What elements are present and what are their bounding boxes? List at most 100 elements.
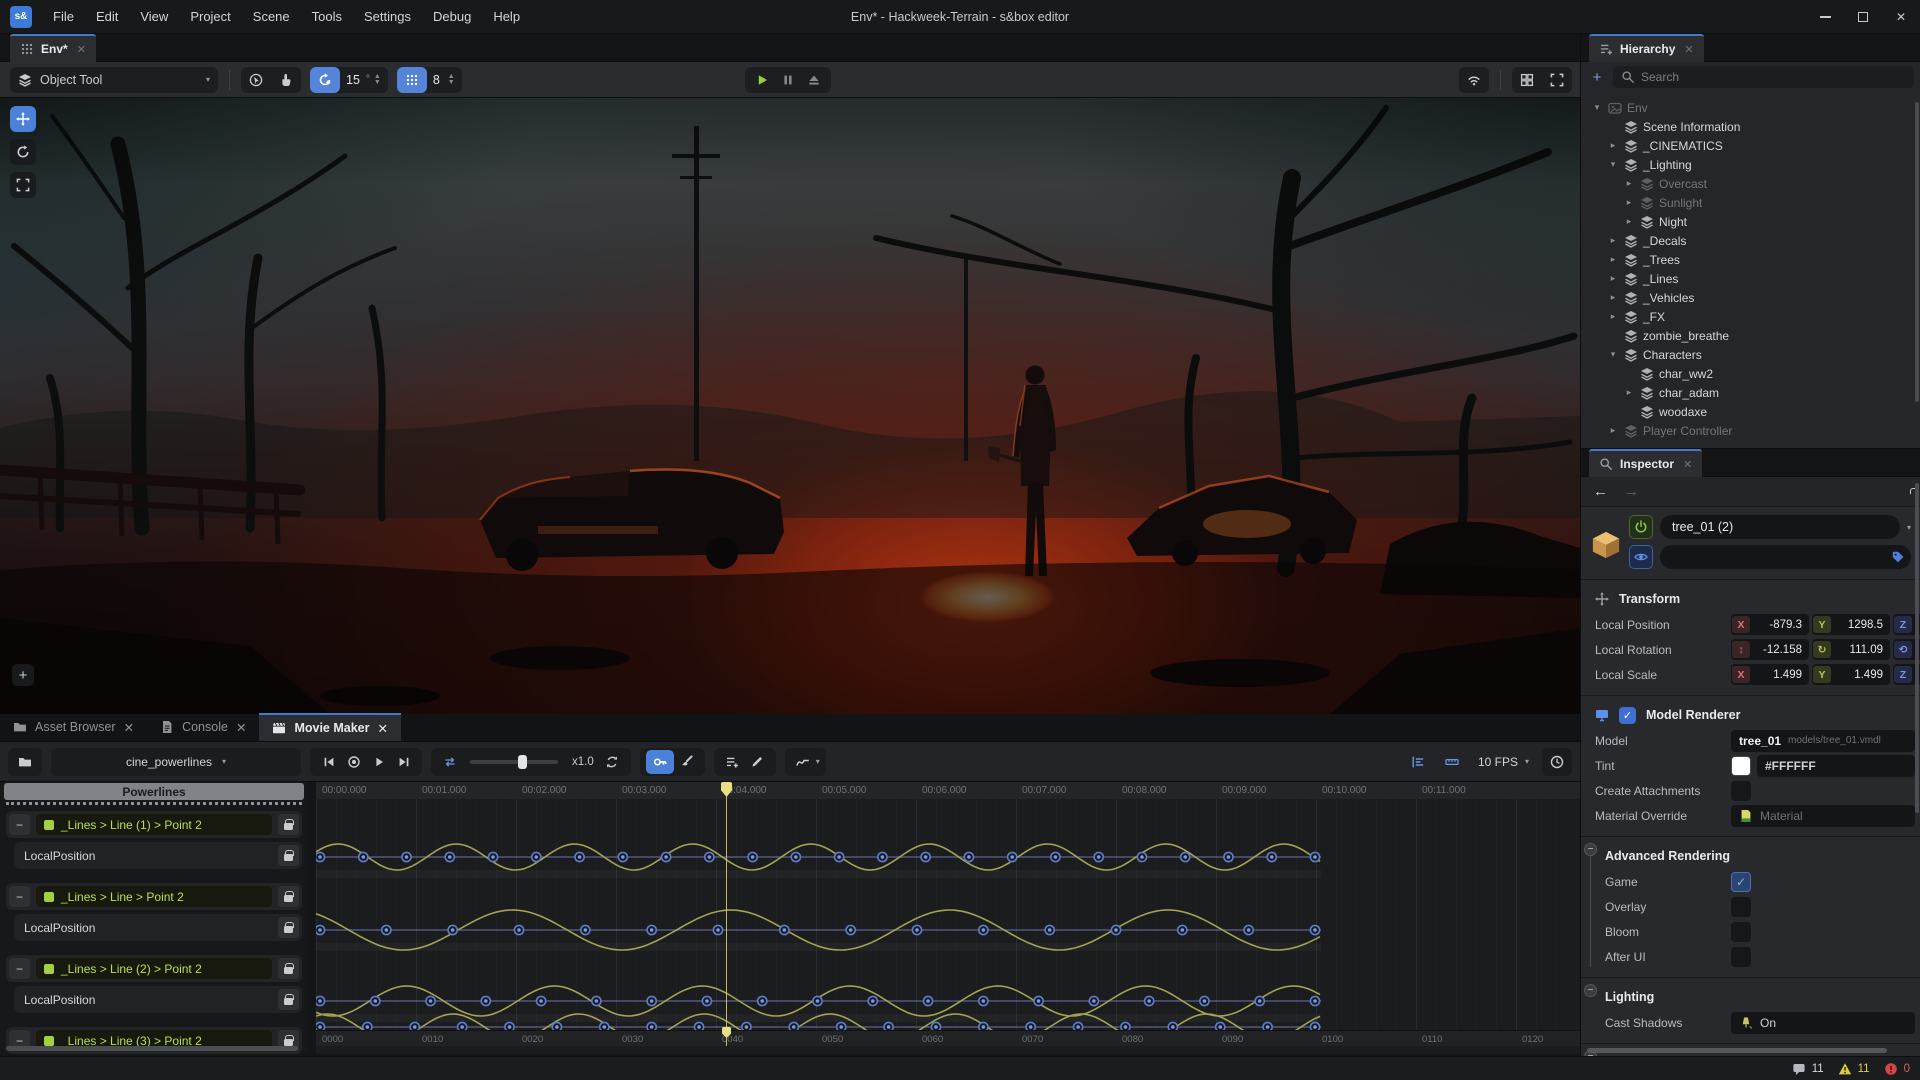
timeline-body[interactable] xyxy=(316,799,1580,1030)
menu-item-debug[interactable]: Debug xyxy=(422,0,482,34)
caret-right-icon[interactable]: ▸ xyxy=(1623,197,1635,208)
grid-snap-value[interactable]: 8 xyxy=(427,73,446,87)
globe-button[interactable] xyxy=(241,67,271,93)
snap-tracks-button[interactable] xyxy=(1406,750,1431,774)
inspector-tab-close-icon[interactable]: ✕ xyxy=(1683,458,1692,471)
track-property-2[interactable]: LocalPosition xyxy=(14,986,302,1013)
after-ui-checkbox[interactable] xyxy=(1731,947,1751,967)
transform-cell-x[interactable]: X1.499 xyxy=(1731,664,1809,685)
material-override-field[interactable]: Material xyxy=(1731,805,1915,827)
cast-shadows-dropdown[interactable]: On xyxy=(1731,1012,1915,1034)
track-property-1[interactable]: LocalPosition xyxy=(14,914,302,941)
loop-button[interactable] xyxy=(437,750,462,774)
clip-browser-button[interactable] xyxy=(8,748,42,776)
caret-right-icon[interactable]: ▸ xyxy=(1607,140,1619,151)
warnings-status[interactable]: 11 xyxy=(1838,1062,1870,1076)
caret-right-icon[interactable]: ▸ xyxy=(1607,311,1619,322)
caret-right-icon[interactable]: ▸ xyxy=(1623,216,1635,227)
collapse-track-button[interactable]: − xyxy=(9,886,30,907)
interpolation-group[interactable]: ▾ xyxy=(785,748,826,776)
keyframe-record-button[interactable] xyxy=(646,750,674,774)
inspector-scrollbar[interactable] xyxy=(1915,483,1919,813)
tree-item--trees[interactable]: ▸_Trees xyxy=(1581,250,1920,269)
interpolation-button[interactable] xyxy=(791,750,816,774)
track-lock-button[interactable] xyxy=(278,958,299,979)
menu-item-project[interactable]: Project xyxy=(179,0,241,34)
grid-snap-button[interactable] xyxy=(397,67,427,93)
rotation-snap-button[interactable] xyxy=(310,67,340,93)
object-name-field[interactable]: tree_01 (2) xyxy=(1660,515,1900,539)
tree-item--lines[interactable]: ▸_Lines xyxy=(1581,269,1920,288)
speed-slider[interactable] xyxy=(470,760,558,764)
tab-close-icon[interactable]: ✕ xyxy=(77,43,86,56)
menu-item-help[interactable]: Help xyxy=(482,0,531,34)
enable-toggle[interactable] xyxy=(1629,515,1653,539)
rotation-snap-value[interactable]: 15 xyxy=(340,73,366,87)
time-display-button[interactable] xyxy=(1542,748,1572,776)
transform-cell-y[interactable]: ↻111.09 xyxy=(1812,639,1890,660)
tree-item-sunlight[interactable]: ▸Sunlight xyxy=(1581,193,1920,212)
track-name-tag[interactable]: _Lines > Line (1) > Point 2 xyxy=(36,814,272,835)
menu-item-file[interactable]: File xyxy=(42,0,85,34)
tab-env[interactable]: Env* ✕ xyxy=(10,34,96,62)
tree-item--decals[interactable]: ▸_Decals xyxy=(1581,231,1920,250)
component-enabled-checkbox[interactable]: ✓ xyxy=(1619,707,1636,724)
caret-right-icon[interactable]: ▸ xyxy=(1607,425,1619,436)
play-game-button[interactable] xyxy=(749,67,775,93)
track-group-title[interactable]: Powerlines xyxy=(4,783,304,800)
back-button[interactable]: ← xyxy=(1593,483,1608,500)
menu-item-edit[interactable]: Edit xyxy=(85,0,129,34)
add-track-button[interactable] xyxy=(720,750,745,774)
track-name-tag[interactable]: _Lines > Line > Point 2 xyxy=(36,886,272,907)
tree-item-zombie-breathe[interactable]: zombie_breathe xyxy=(1581,326,1920,345)
track-lock-button[interactable] xyxy=(278,886,299,907)
tab-movie-maker[interactable]: Movie Maker✕ xyxy=(259,713,401,741)
collapse-advanced-icon[interactable]: − xyxy=(1584,843,1597,856)
tree-item-char-adam[interactable]: ▸char_adam xyxy=(1581,383,1920,402)
transform-cell-y[interactable]: Y1298.5 xyxy=(1812,614,1890,635)
object-options-chevron-icon[interactable]: ▾ xyxy=(1907,523,1911,532)
hierarchy-tab-close-icon[interactable]: ✕ xyxy=(1684,43,1693,56)
menu-item-settings[interactable]: Settings xyxy=(353,0,422,34)
visibility-toggle[interactable] xyxy=(1629,545,1653,569)
track-lock-button[interactable] xyxy=(278,814,299,835)
clip-selector[interactable]: cine_powerlines ▾ xyxy=(51,748,301,776)
stop-game-button[interactable] xyxy=(801,67,827,93)
timeline-ruler[interactable]: 00:00.00000:01.00000:02.00000:03.00000:0… xyxy=(316,782,1580,799)
frame-ruler[interactable]: 0000001000200030004000500060007000800090… xyxy=(316,1030,1580,1046)
scale-tool-button[interactable] xyxy=(10,172,36,198)
slider-handle[interactable] xyxy=(518,755,527,769)
search-input[interactable] xyxy=(1641,70,1906,84)
minimize-button[interactable] xyxy=(1806,0,1844,34)
tree-item--cinematics[interactable]: ▸_CINEMATICS xyxy=(1581,136,1920,155)
transform-cell-x[interactable]: ↕-12.158 xyxy=(1731,639,1809,660)
network-button[interactable] xyxy=(1459,67,1489,93)
tree-item-scene-information[interactable]: Scene Information xyxy=(1581,117,1920,136)
tab-inspector[interactable]: Inspector ✕ xyxy=(1589,449,1702,477)
tab-console[interactable]: Console✕ xyxy=(147,713,259,741)
caret-right-icon[interactable]: ▸ xyxy=(1607,254,1619,265)
collapse-track-button[interactable]: − xyxy=(9,958,30,979)
hierarchy-search[interactable] xyxy=(1613,66,1914,88)
record-button[interactable] xyxy=(341,750,366,774)
track-list-scrollbar[interactable] xyxy=(6,1046,298,1051)
forward-button[interactable]: → xyxy=(1624,483,1639,500)
tree-item-char-ww2[interactable]: char_ww2 xyxy=(1581,364,1920,383)
tree-item--fx[interactable]: ▸_FX xyxy=(1581,307,1920,326)
tab-asset-browser[interactable]: Asset Browser✕ xyxy=(0,713,147,741)
property-lock-button[interactable] xyxy=(278,989,299,1010)
menu-item-view[interactable]: View xyxy=(129,0,179,34)
track-group-handle[interactable] xyxy=(6,802,302,805)
grid-snap-stepper[interactable]: ▲▼ xyxy=(448,74,455,86)
tags-field[interactable] xyxy=(1660,545,1911,569)
add-object-button[interactable]: + xyxy=(1587,67,1607,87)
caret-right-icon[interactable]: ▸ xyxy=(1607,292,1619,303)
bottom-tab-close-icon[interactable]: ✕ xyxy=(236,720,246,735)
pause-game-button[interactable] xyxy=(775,67,801,93)
caret-right-icon[interactable]: ▸ xyxy=(1607,273,1619,284)
menu-item-tools[interactable]: Tools xyxy=(301,0,353,34)
move-tool-button[interactable] xyxy=(10,106,36,132)
caret-down-icon[interactable]: ▾ xyxy=(1591,102,1603,113)
track-header-0[interactable]: −_Lines > Line (1) > Point 2 xyxy=(6,811,302,838)
caret-right-icon[interactable]: ▸ xyxy=(1607,235,1619,246)
